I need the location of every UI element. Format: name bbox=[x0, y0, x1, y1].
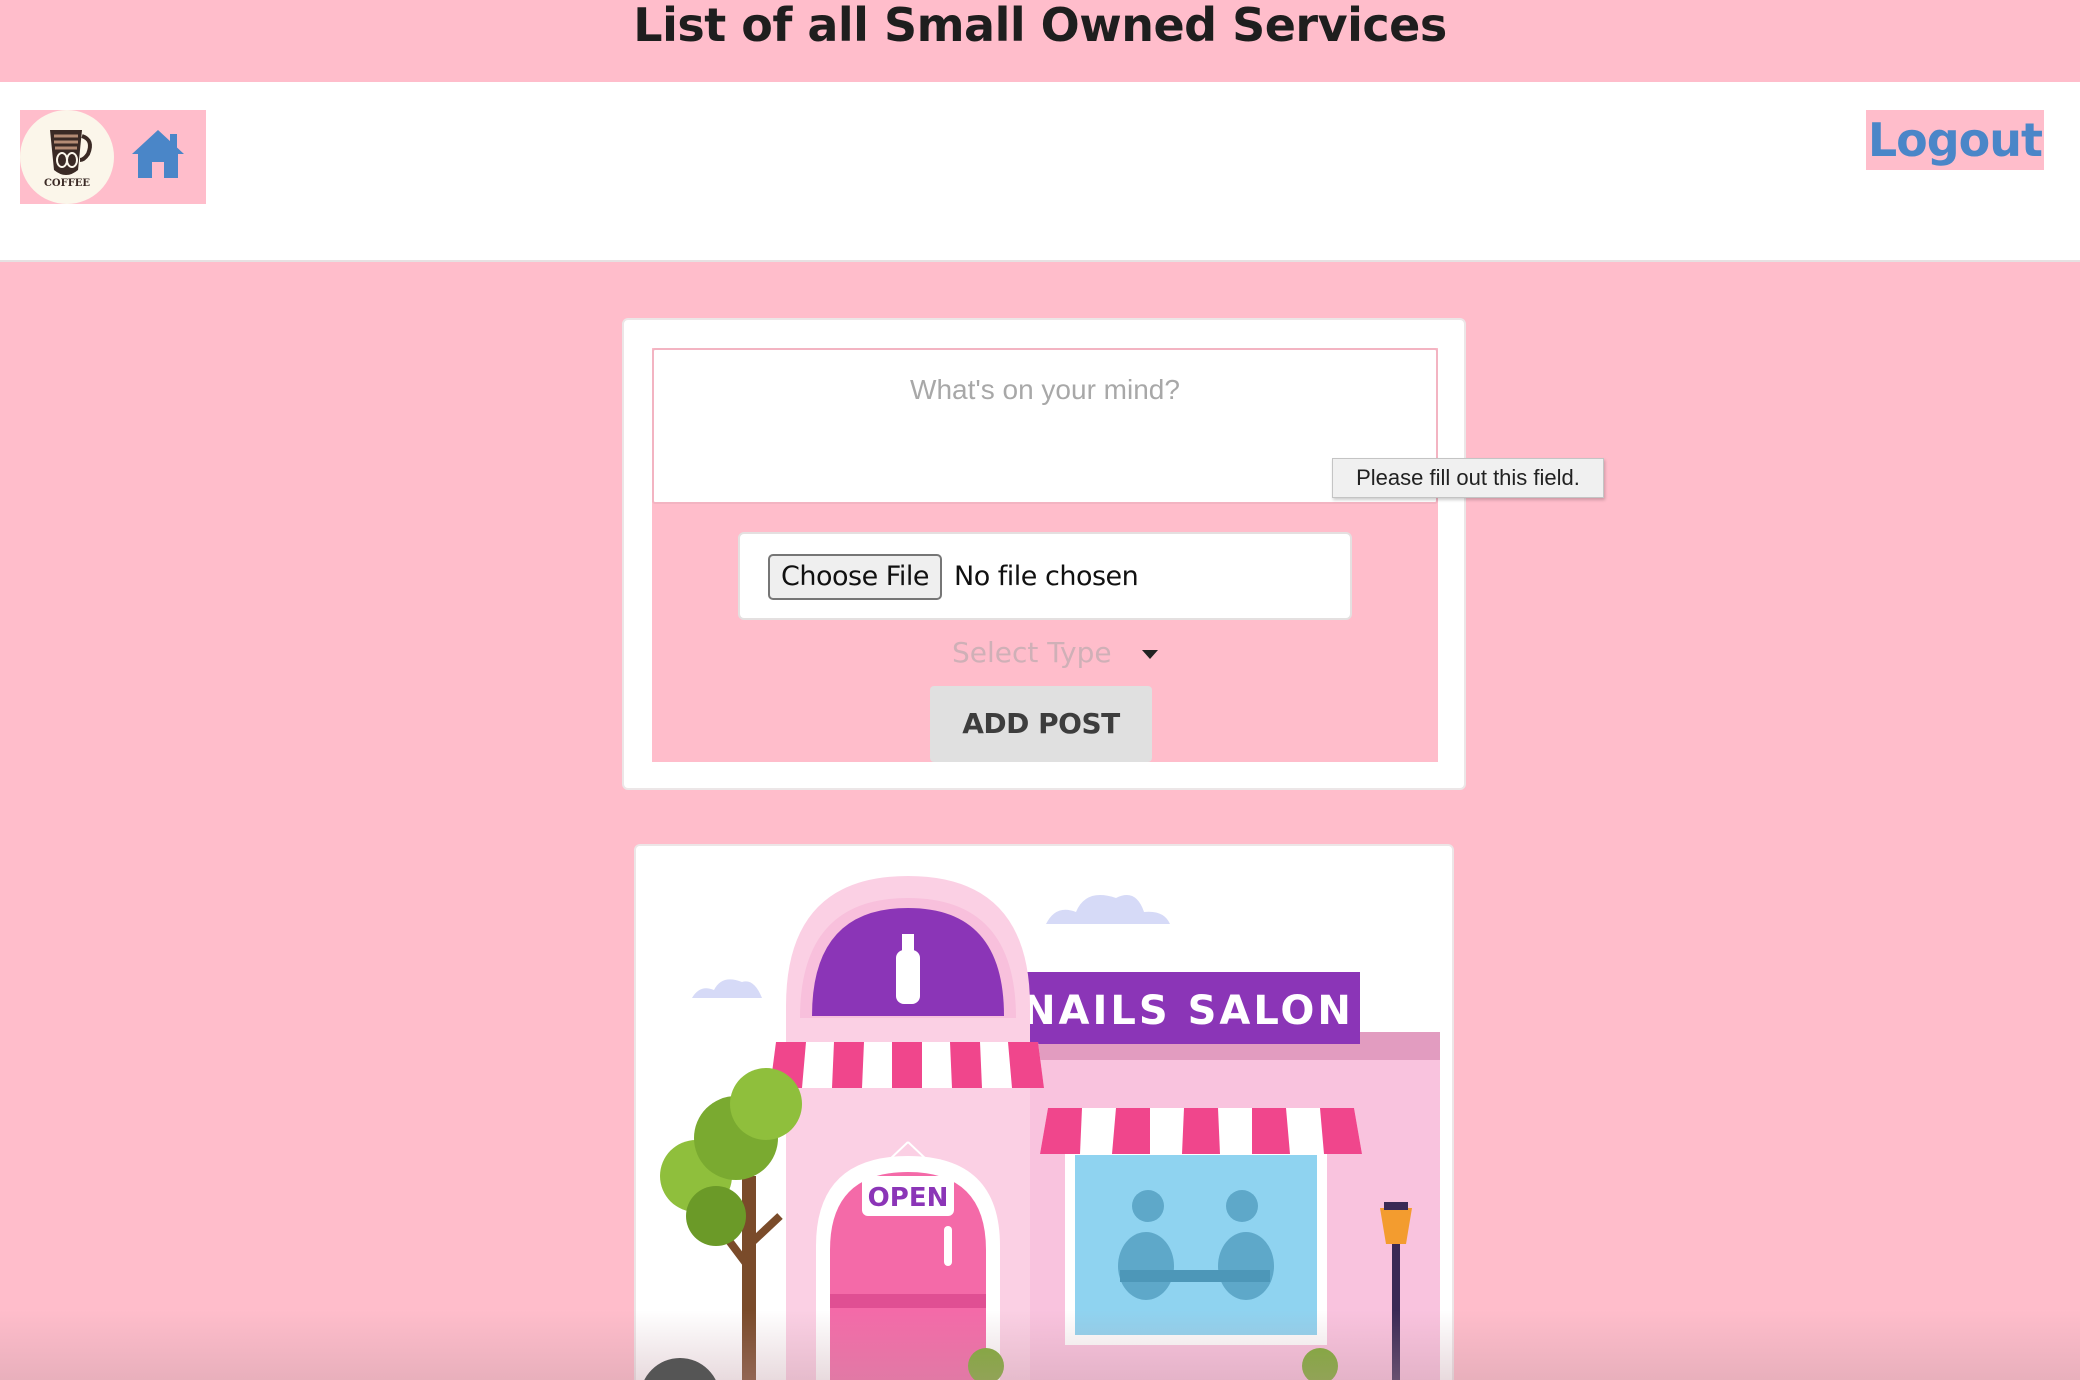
chevron-down-icon bbox=[1142, 650, 1158, 659]
file-status-text: No file chosen bbox=[954, 561, 1139, 592]
post-text-input[interactable]: What's on your mind? ⁄⁄ bbox=[652, 348, 1438, 504]
logout-link[interactable]: Logout bbox=[1865, 110, 2044, 170]
create-post-card: What's on your mind? ⁄⁄ Choose File No f… bbox=[622, 318, 1466, 790]
create-post-form: What's on your mind? ⁄⁄ Choose File No f… bbox=[652, 348, 1438, 762]
file-input: Choose File No file chosen bbox=[738, 532, 1352, 620]
type-select[interactable]: Select Type bbox=[952, 630, 1158, 676]
page-title: List of all Small Owned Services bbox=[633, 0, 1447, 52]
validation-tooltip: Please fill out this field. bbox=[1332, 458, 1604, 498]
add-post-button[interactable]: ADD POST bbox=[930, 686, 1152, 762]
door-sign-text: OPEN bbox=[868, 1183, 949, 1213]
logo-text: COFFEE bbox=[44, 178, 90, 189]
coffee-cup-icon: COFFEE bbox=[21, 111, 113, 203]
nav-brand-group: COFFEE bbox=[20, 110, 206, 204]
title-bar: List of all Small Owned Services bbox=[0, 0, 2080, 82]
post-text-placeholder: What's on your mind? bbox=[910, 374, 1180, 405]
nails-salon-image: NAILS SALON OPEN bbox=[636, 846, 1452, 1380]
navbar: COFFEE Logout bbox=[0, 82, 2080, 262]
feed-post-card: NAILS SALON OPEN bbox=[634, 844, 1454, 1380]
coffee-logo[interactable]: COFFEE bbox=[20, 110, 114, 204]
salon-sign-text: NAILS SALON bbox=[1022, 988, 1354, 1034]
choose-file-button[interactable]: Choose File bbox=[768, 554, 942, 600]
type-select-placeholder: Select Type bbox=[952, 636, 1112, 669]
home-icon[interactable] bbox=[128, 126, 188, 182]
